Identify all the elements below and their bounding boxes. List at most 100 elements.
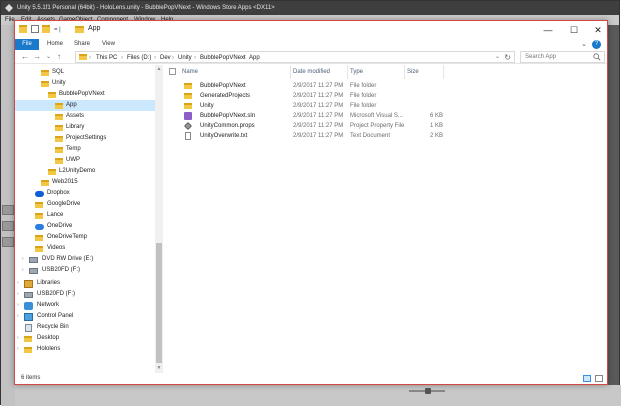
details-view-button[interactable]: [583, 375, 591, 382]
nav-item-temp[interactable]: Temp: [15, 144, 155, 155]
unity-title-bar: Unity 5.5.1f1 Personal (64bit) - HoloLen…: [1, 1, 619, 15]
tab-view[interactable]: View: [102, 39, 115, 50]
new-folder-icon[interactable]: [42, 25, 50, 33]
nav-item-onedrivetemp[interactable]: OneDriveTemp: [15, 232, 155, 243]
navigation-pane: SQL Unity BubblePopVNext App Assets Libr…: [15, 65, 155, 373]
forward-button[interactable]: →: [33, 52, 41, 62]
expand-arrow-icon[interactable]: ›: [17, 311, 19, 322]
navigation-pane-scrollbar[interactable]: ▲ ▼: [155, 65, 163, 373]
unity-panel-tab[interactable]: [2, 205, 14, 215]
nav-item-hololens[interactable]: › Hololens: [15, 344, 155, 355]
breadcrumb-unity[interactable]: Unity: [178, 53, 192, 63]
scrollbar-thumb[interactable]: [156, 243, 162, 363]
back-button[interactable]: ←: [21, 52, 29, 62]
expand-ribbon-icon[interactable]: ⌄: [581, 40, 587, 48]
search-box[interactable]: Search App: [520, 51, 605, 63]
column-header-date-modified[interactable]: Date modified: [293, 67, 330, 77]
file-row-unity[interactable]: Unity 2/9/2017 11:27 PM File folder: [165, 101, 607, 111]
address-history-icon[interactable]: ⌄: [495, 52, 500, 63]
customize-quick-access-icon[interactable]: = |: [54, 27, 61, 33]
unity-zoom-slider[interactable]: [409, 388, 445, 394]
nav-item-library[interactable]: Library: [15, 122, 155, 133]
nav-item-desktop[interactable]: › Desktop: [15, 333, 155, 344]
unity-panel-tab[interactable]: [2, 237, 14, 247]
large-icons-view-button[interactable]: [595, 375, 603, 382]
refresh-icon[interactable]: ↻: [504, 52, 511, 63]
maximize-button[interactable]: ☐: [563, 24, 585, 36]
breadcrumb-this-pc[interactable]: This PC: [96, 53, 117, 63]
dvd-drive-icon: [29, 257, 38, 263]
expand-arrow-icon[interactable]: ›: [17, 333, 19, 344]
tab-home[interactable]: Home: [47, 39, 63, 50]
breadcrumb-bubblepopvnext[interactable]: BubblePopVNext: [200, 53, 246, 63]
nav-item-assets[interactable]: Assets: [15, 111, 155, 122]
scroll-down-icon[interactable]: ▼: [155, 365, 163, 371]
properties-icon[interactable]: [31, 25, 39, 33]
nav-item-bubblepopvnext[interactable]: BubblePopVNext: [15, 89, 155, 100]
column-header-name[interactable]: Name: [182, 67, 198, 77]
nav-item-usb-drive[interactable]: › USB20FD (F:): [15, 265, 155, 276]
expand-arrow-icon[interactable]: ›: [17, 278, 19, 289]
file-date: 2/9/2017 11:27 PM: [293, 133, 344, 139]
help-button[interactable]: ?: [592, 40, 601, 49]
nav-item-uwp[interactable]: UWP: [15, 155, 155, 166]
unity-panel-tab[interactable]: [2, 221, 14, 231]
folder-icon: [48, 169, 56, 175]
search-input[interactable]: Search App: [525, 54, 556, 60]
libraries-icon: [24, 280, 33, 288]
address-bar[interactable]: › This PC › Files (D:) › Dev › Unity › B…: [75, 51, 515, 63]
file-row-generatedprojects[interactable]: GeneratedProjects 2/9/2017 11:27 PM File…: [165, 91, 607, 101]
file-row-unityoverwrite-txt[interactable]: UnityOverwrite.txt 2/9/2017 11:27 PM Tex…: [165, 131, 607, 141]
expand-arrow-icon[interactable]: ›: [17, 289, 19, 300]
column-header-type[interactable]: Type: [350, 67, 363, 77]
recent-locations-button[interactable]: ⌄: [46, 52, 51, 62]
file-name: UnityCommon.props: [200, 123, 255, 129]
expand-arrow-icon[interactable]: ›: [22, 254, 24, 265]
column-header-size[interactable]: Size: [407, 67, 419, 77]
up-button[interactable]: ↑: [57, 52, 61, 62]
file-row-unitycommon-props[interactable]: UnityCommon.props 2/9/2017 11:27 PM Proj…: [165, 121, 607, 131]
search-icon[interactable]: [593, 53, 601, 61]
unity-left-panel: [1, 25, 15, 406]
select-all-checkbox[interactable]: [169, 68, 176, 75]
tab-share[interactable]: Share: [74, 39, 90, 50]
nav-item-web2015[interactable]: Web2015: [15, 177, 155, 188]
nav-item-app[interactable]: App: [15, 100, 155, 111]
nav-item-onedrive[interactable]: OneDrive: [15, 221, 155, 232]
nav-item-libraries[interactable]: › Libraries: [15, 278, 155, 289]
visual-studio-solution-icon: [184, 112, 192, 120]
file-list: Name Date modified Type Size BubblePopVN…: [165, 65, 607, 373]
nav-item-control-panel[interactable]: › Control Panel: [15, 311, 155, 322]
close-button[interactable]: ✕: [587, 24, 607, 36]
folder-icon: [55, 147, 63, 153]
nav-item-lance[interactable]: Lance: [15, 210, 155, 221]
slider-knob[interactable]: [425, 388, 431, 394]
nav-item-l2unitydemo[interactable]: L2UnityDemo: [15, 166, 155, 177]
tab-file[interactable]: File: [15, 39, 39, 50]
folder-icon: [55, 125, 63, 131]
expand-arrow-icon[interactable]: ›: [17, 344, 19, 355]
nav-item-dvd-drive[interactable]: › DVD RW Drive (E:): [15, 254, 155, 265]
nav-item-recycle-bin[interactable]: Recycle Bin: [15, 322, 155, 333]
nav-item-videos[interactable]: Videos: [15, 243, 155, 254]
nav-item-usb-drive-root[interactable]: › USB20FD (F:): [15, 289, 155, 300]
nav-item-projectsettings[interactable]: ProjectSettings: [15, 133, 155, 144]
scroll-up-icon[interactable]: ▲: [155, 66, 163, 72]
nav-item-googledrive[interactable]: GoogleDrive: [15, 199, 155, 210]
minimize-button[interactable]: —: [537, 24, 559, 36]
item-count: 6 items: [21, 375, 41, 381]
breadcrumb-files-d[interactable]: Files (D:): [127, 53, 151, 63]
nav-item-unity[interactable]: Unity: [15, 78, 155, 89]
file-row-bubblepopvnext[interactable]: BubblePopVNext 2/9/2017 11:27 PM File fo…: [165, 81, 607, 91]
file-row-bubblepopvnext-sln[interactable]: BubblePopVNext.sln 2/9/2017 11:27 PM Mic…: [165, 111, 607, 121]
expand-arrow-icon[interactable]: ›: [22, 265, 24, 276]
file-type: Project Property File: [350, 123, 404, 129]
nav-item-network[interactable]: › Network: [15, 300, 155, 311]
dropbox-icon: [35, 191, 44, 197]
nav-item-sql[interactable]: SQL: [15, 67, 155, 78]
breadcrumb-app[interactable]: App: [249, 53, 260, 63]
navigation-bar: ← → ⌄ ↑ › This PC › Files (D:) › Dev › U…: [15, 50, 607, 64]
expand-arrow-icon[interactable]: ›: [17, 300, 19, 311]
nav-item-dropbox[interactable]: Dropbox: [15, 188, 155, 199]
breadcrumb-dev[interactable]: Dev: [160, 53, 171, 63]
